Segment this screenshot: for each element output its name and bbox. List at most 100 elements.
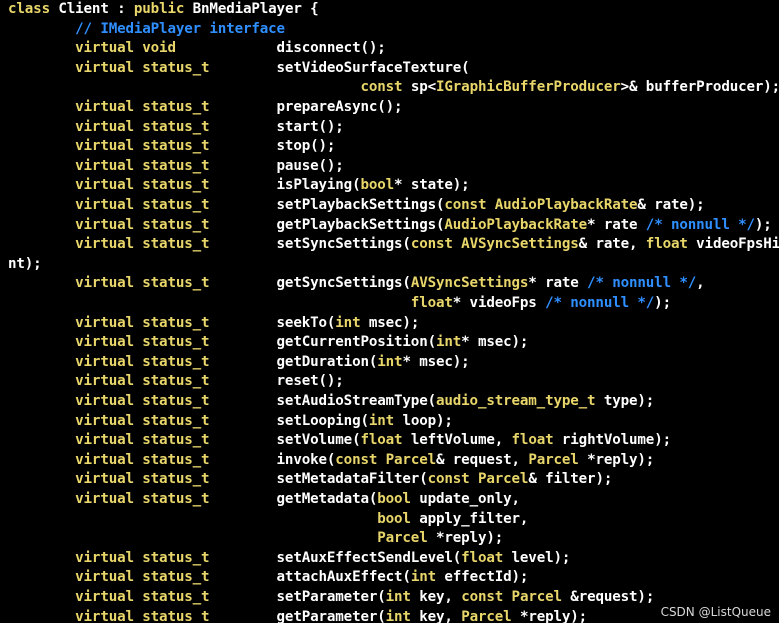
code-token: getParameter( [209,608,386,623]
code-token: virtual void [75,40,176,57]
code-token: int [368,412,403,429]
code-line: virtual status_t setParameter(int key, c… [8,588,654,608]
code-token: // IMediaPlayer interface [75,20,285,37]
code-token: setParameter( [209,589,386,605]
code-line: virtual status_t getDuration(int* msec); [8,353,470,373]
code-line: virtual status_t setAuxEffectSendLevel(f… [8,549,570,569]
code-token: BnMediaPlayer { [192,1,319,17]
code-token: & request, [436,451,529,468]
code-token: virtual status_t [75,118,210,135]
code-token: &request); [561,589,655,605]
code-token: pause(); [209,157,344,174]
code-token: float [410,295,453,311]
watermark-text: CSDN @ListQueue [660,605,771,619]
code-token: float [360,432,411,449]
code-line: virtual status_t prepareAsync(); [8,98,402,118]
code-line: virtual status_t setVolume(float leftVol… [8,431,671,451]
code-token: virtual status_t [75,471,210,488]
code-line: virtual status_t start(); [8,118,344,138]
code-token: leftVolume, [410,432,512,449]
code-token: setSyncSettings( [209,236,411,253]
code-line: virtual status_t getParameter(int key, P… [8,608,587,623]
code-line: virtual status_t getPlaybackSettings(Aud… [8,216,772,236]
code-token: update_only, [419,491,520,507]
code-line: class Client : public BnMediaPlayer { [8,0,319,20]
code-line: virtual status_t getSyncSettings(AVSyncS… [8,274,705,294]
code-token: * videoFps [452,295,546,311]
code-token: loop); [402,412,453,429]
code-token: virtual status_t [75,177,210,194]
code-token: setMetadataFilter( [209,471,428,488]
code-line: virtual status_t seekTo(int msec); [8,314,419,334]
code-line: // IMediaPlayer interface [8,20,285,40]
code-token: class [8,1,59,17]
code-token: int [335,314,369,331]
code-line: virtual status_t isPlaying(bool* state); [8,176,470,196]
code-token: const [444,197,495,213]
code-line: virtual status_t reset(); [8,372,344,392]
code-token: const [427,471,478,488]
code-token: int [410,569,445,586]
code-token: virtual status_t [75,393,210,409]
code-token: float [461,549,512,566]
code-token: isPlaying( [209,177,361,194]
code-token: Parcel [377,530,428,547]
code-token: getSyncSettings( [209,275,411,292]
code-token: effectId); [444,569,529,586]
code-token: virtual status_t [75,334,210,351]
code-token: setPlaybackSettings( [209,197,445,213]
code-line: virtual status_t attachAuxEffect(int eff… [8,568,528,588]
code-token: virtual status_t [75,197,210,213]
code-token: virtual status_t [75,549,210,566]
code-token: bool [360,177,395,194]
code-token: IGraphicBufferProducer [436,79,621,96]
code-line: virtual status_t setMetadataFilter(const… [8,470,612,490]
code-token: const [461,589,512,605]
code-line: bool apply_filter, [8,510,528,530]
code-token: Parcel [385,451,437,468]
code-line: virtual status_t setLooping(int loop); [8,412,453,432]
code-line: virtual status_t getMetadata(bool update… [8,490,520,510]
code-token: virtual status_t [75,99,210,115]
code-token: msec); [368,314,420,331]
code-token: *reply); [578,451,655,468]
code-line: virtual void disconnect(); [8,39,386,59]
code-token: /* nonnull */ [545,295,655,311]
code-token: getMetadata( [209,491,378,507]
code-token: public [133,1,193,17]
code-token: virtual status_t [75,412,210,429]
code-token: key, [419,589,462,605]
code-line: virtual status_t pause(); [8,157,344,177]
code-token: * state); [394,177,470,194]
code-token: * rate [587,216,646,233]
code-token: , [696,275,705,292]
code-line: Parcel *reply); [8,529,503,549]
code-token: Parcel [461,608,512,623]
code-token: Parcel [528,451,579,468]
code-token: >& bufferProducer); [620,79,779,96]
code-token: Client : [58,1,134,17]
code-view: class Client : public BnMediaPlayer { //… [8,0,779,623]
code-line: const sp<IGraphicBufferProducer>& buffer… [8,78,779,98]
code-token: virtual status_t [75,275,210,292]
code-token: virtual status_t [75,353,210,370]
code-token: AVSyncSettings [410,275,529,292]
code-token: setLooping( [209,412,369,429]
code-token: setAuxEffectSendLevel( [209,549,462,566]
code-token: invoke( [209,451,336,468]
code-line: virtual status_t setPlaybackSettings(con… [8,196,705,216]
code-token: AVSyncSettings [461,236,579,253]
